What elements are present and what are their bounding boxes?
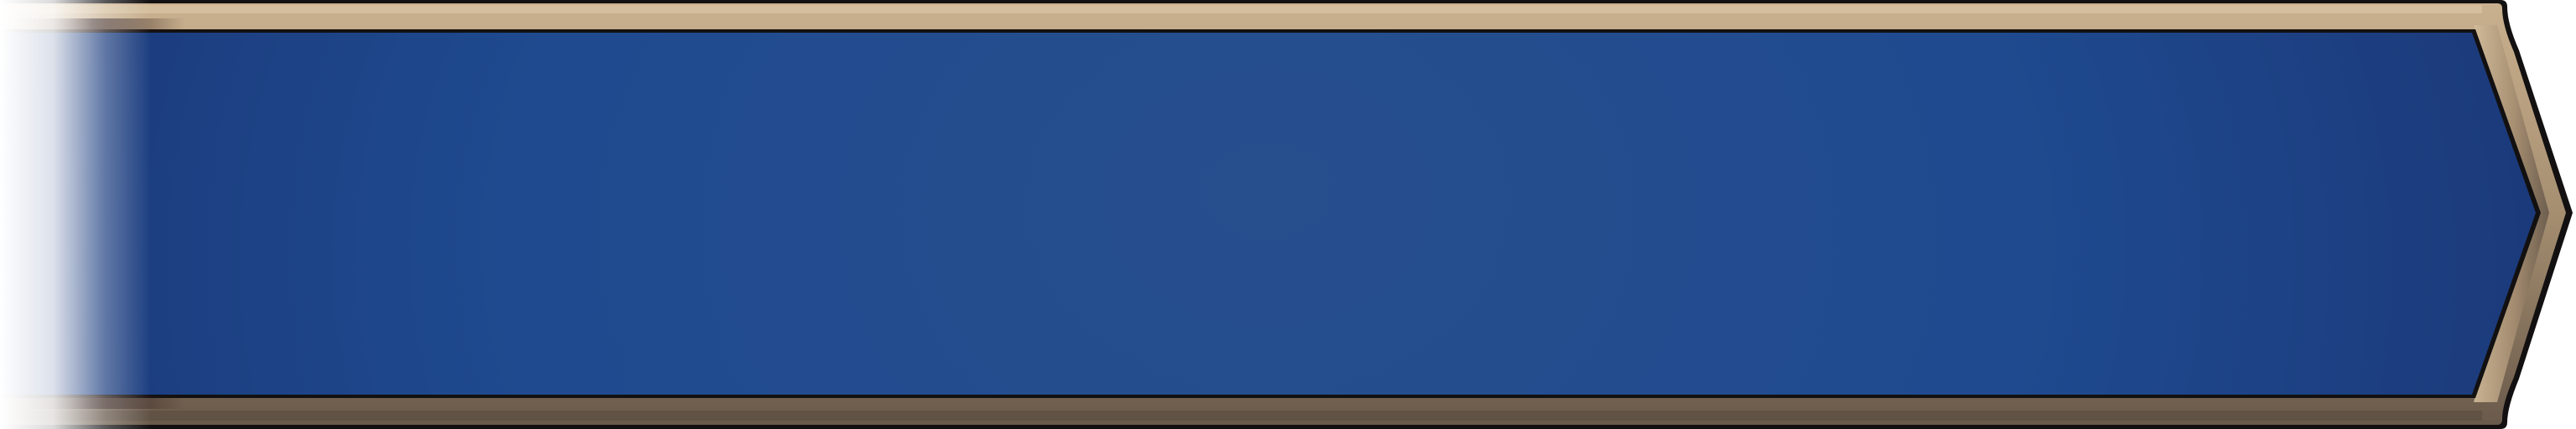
banner-frame-top-highlight: [0, 5, 2482, 13]
banner-graphic: [0, 0, 2573, 429]
banner-left-fade: [0, 0, 151, 429]
banner-panel: [0, 0, 2576, 429]
banner-panel-fill: [0, 33, 2536, 395]
banner-frame-bottom-shade: [0, 411, 2482, 421]
